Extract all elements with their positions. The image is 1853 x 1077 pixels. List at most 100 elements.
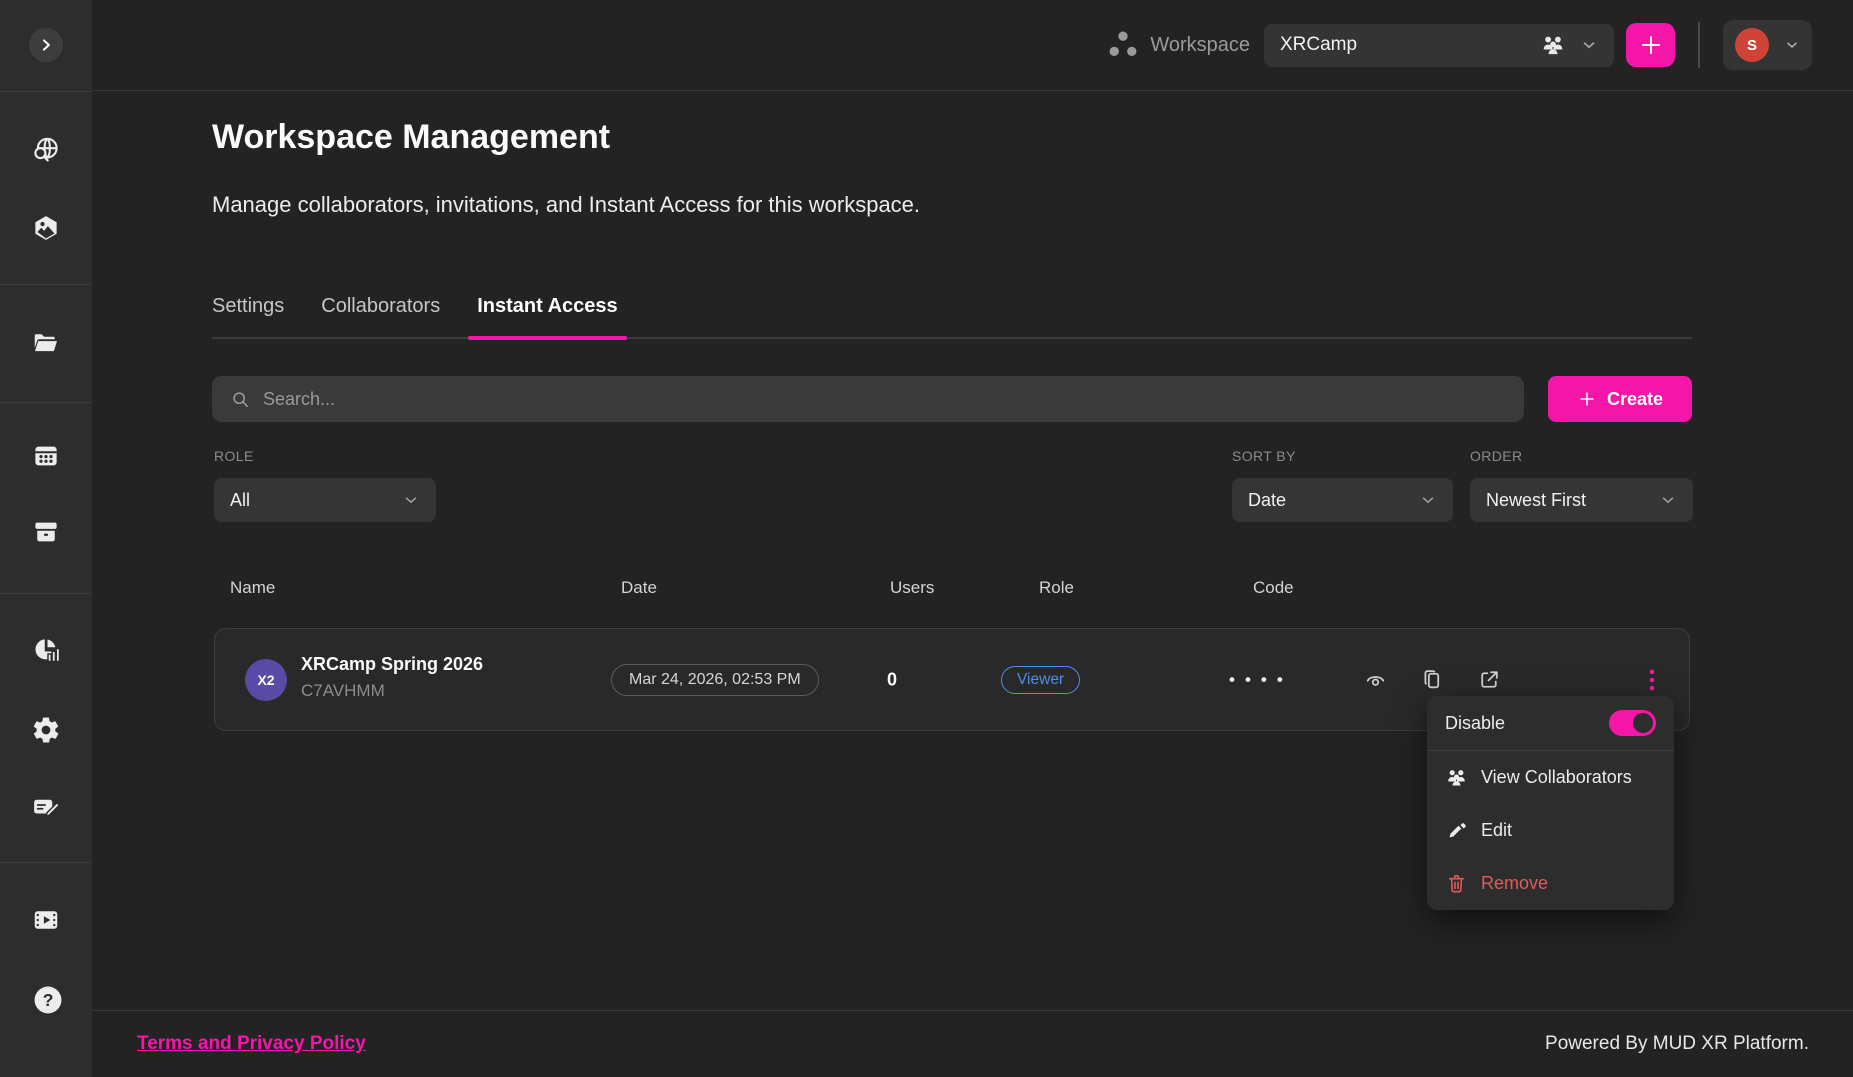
gear-icon xyxy=(31,715,61,745)
reveal-code-button[interactable] xyxy=(1363,667,1389,693)
sidebar-item-settings[interactable] xyxy=(31,715,61,745)
sidebar-item-help[interactable]: ? xyxy=(31,983,65,1017)
search-input[interactable] xyxy=(263,389,1524,410)
people-icon xyxy=(1445,766,1468,789)
column-header-code: Code xyxy=(1253,578,1294,598)
plus-icon xyxy=(1639,33,1663,57)
sidebar-expand-button[interactable] xyxy=(29,28,63,62)
role-filter-value: All xyxy=(230,490,250,511)
row-avatar: X2 xyxy=(245,659,287,701)
row-name: XRCamp Spring 2026 xyxy=(301,654,483,675)
sidebar-item-archive[interactable] xyxy=(31,517,61,547)
chevron-down-icon xyxy=(1784,37,1800,53)
create-button-label: Create xyxy=(1607,389,1663,410)
sort-by-value: Date xyxy=(1248,490,1286,511)
chevron-down-icon xyxy=(1580,36,1598,54)
powered-by-text: Powered By MUD XR Platform. xyxy=(1545,1033,1809,1055)
row-date-badge: Mar 24, 2026, 02:53 PM xyxy=(611,664,819,696)
external-link-icon xyxy=(1477,667,1502,692)
workspace-triad-icon xyxy=(1106,28,1140,62)
chevron-down-icon xyxy=(1419,491,1437,509)
chevron-down-icon xyxy=(1659,491,1677,509)
search-bar xyxy=(212,376,1524,422)
footer: Terms and Privacy Policy Powered By MUD … xyxy=(92,1010,1853,1077)
search-icon xyxy=(230,389,251,410)
sidebar-divider xyxy=(0,91,92,92)
trash-icon xyxy=(1445,872,1468,895)
menu-item-disable-label: Disable xyxy=(1445,713,1505,734)
folder-open-icon xyxy=(31,328,61,358)
disable-toggle[interactable] xyxy=(1609,710,1656,736)
row-users-count: 0 xyxy=(887,669,897,690)
help-icon: ? xyxy=(31,983,65,1017)
account-menu-button[interactable]: S xyxy=(1723,20,1812,70)
terms-privacy-link[interactable]: Terms and Privacy Policy xyxy=(137,1033,366,1055)
toggle-knob xyxy=(1633,713,1653,733)
tab-settings[interactable]: Settings xyxy=(212,292,284,337)
menu-item-edit[interactable]: Edit xyxy=(1427,804,1674,857)
order-dropdown[interactable]: Newest First xyxy=(1470,478,1693,522)
row-more-menu-button[interactable] xyxy=(1639,665,1665,695)
role-filter-dropdown[interactable]: All xyxy=(214,478,436,522)
menu-item-view-collaborators[interactable]: View Collaborators xyxy=(1427,751,1674,804)
globe-search-icon xyxy=(31,135,61,165)
add-workspace-button[interactable] xyxy=(1626,23,1675,67)
column-header-date: Date xyxy=(621,578,657,598)
topbar: Workspace XRCamp S xyxy=(92,0,1853,91)
sidebar-item-assets[interactable] xyxy=(31,213,61,243)
row-role-badge: Viewer xyxy=(1001,666,1080,694)
sidebar-item-media[interactable] xyxy=(31,905,61,935)
workspace-management-app: ? Workspace XRCamp S Workspace Manageme xyxy=(0,0,1853,1077)
tab-bar: Settings Collaborators Instant Access xyxy=(212,292,1692,339)
kebab-menu-icon xyxy=(1639,665,1665,695)
menu-item-edit-label: Edit xyxy=(1481,820,1512,841)
tab-instant-access[interactable]: Instant Access xyxy=(477,292,617,337)
workspace-selector[interactable]: XRCamp xyxy=(1264,24,1614,67)
workspace-name: XRCamp xyxy=(1280,34,1357,56)
sort-by-label: SORT BY xyxy=(1232,448,1296,464)
role-filter-label: ROLE xyxy=(214,448,254,464)
sidebar-divider xyxy=(0,862,92,863)
order-value: Newest First xyxy=(1486,490,1586,511)
copy-icon xyxy=(1420,667,1445,692)
pie-chart-icon xyxy=(31,635,61,665)
people-icon xyxy=(1540,32,1566,58)
create-button[interactable]: Create xyxy=(1548,376,1692,422)
column-header-role: Role xyxy=(1039,578,1074,598)
sort-by-dropdown[interactable]: Date xyxy=(1232,478,1453,522)
archive-box-icon xyxy=(31,517,61,547)
column-header-name: Name xyxy=(230,578,275,598)
sidebar: ? xyxy=(0,0,92,1077)
sidebar-divider xyxy=(0,402,92,403)
copy-code-button[interactable] xyxy=(1420,667,1446,693)
open-link-button[interactable] xyxy=(1477,667,1503,693)
plus-icon xyxy=(1577,389,1597,409)
menu-item-remove-label: Remove xyxy=(1481,873,1548,894)
topbar-divider xyxy=(1698,22,1700,68)
row-context-menu: Disable View Collaborators Edit Rem xyxy=(1427,696,1674,910)
sidebar-item-card-edit[interactable] xyxy=(31,791,61,821)
svg-text:?: ? xyxy=(43,990,54,1010)
eye-icon xyxy=(1363,667,1388,692)
cube-image-icon xyxy=(31,213,61,243)
sidebar-divider xyxy=(0,593,92,594)
row-code: C7AVHMM xyxy=(301,681,385,701)
tab-collaborators[interactable]: Collaborators xyxy=(321,292,440,337)
sidebar-item-calendar[interactable] xyxy=(31,441,61,471)
avatar: S xyxy=(1735,28,1769,62)
order-label: ORDER xyxy=(1470,448,1523,464)
menu-item-disable[interactable]: Disable xyxy=(1427,696,1674,750)
menu-item-remove[interactable]: Remove xyxy=(1427,857,1674,910)
sidebar-divider xyxy=(0,284,92,285)
sidebar-item-explore[interactable] xyxy=(31,135,61,165)
column-header-users: Users xyxy=(890,578,934,598)
card-edit-icon xyxy=(31,791,61,821)
pencil-icon xyxy=(1445,819,1468,842)
workspace-label: Workspace xyxy=(1150,34,1250,57)
sidebar-item-projects[interactable] xyxy=(31,328,61,358)
film-play-icon xyxy=(31,905,61,935)
calendar-grid-icon xyxy=(31,441,61,471)
chevron-right-icon xyxy=(36,35,56,55)
sidebar-item-analytics[interactable] xyxy=(31,635,61,665)
page-title: Workspace Management xyxy=(212,118,610,157)
